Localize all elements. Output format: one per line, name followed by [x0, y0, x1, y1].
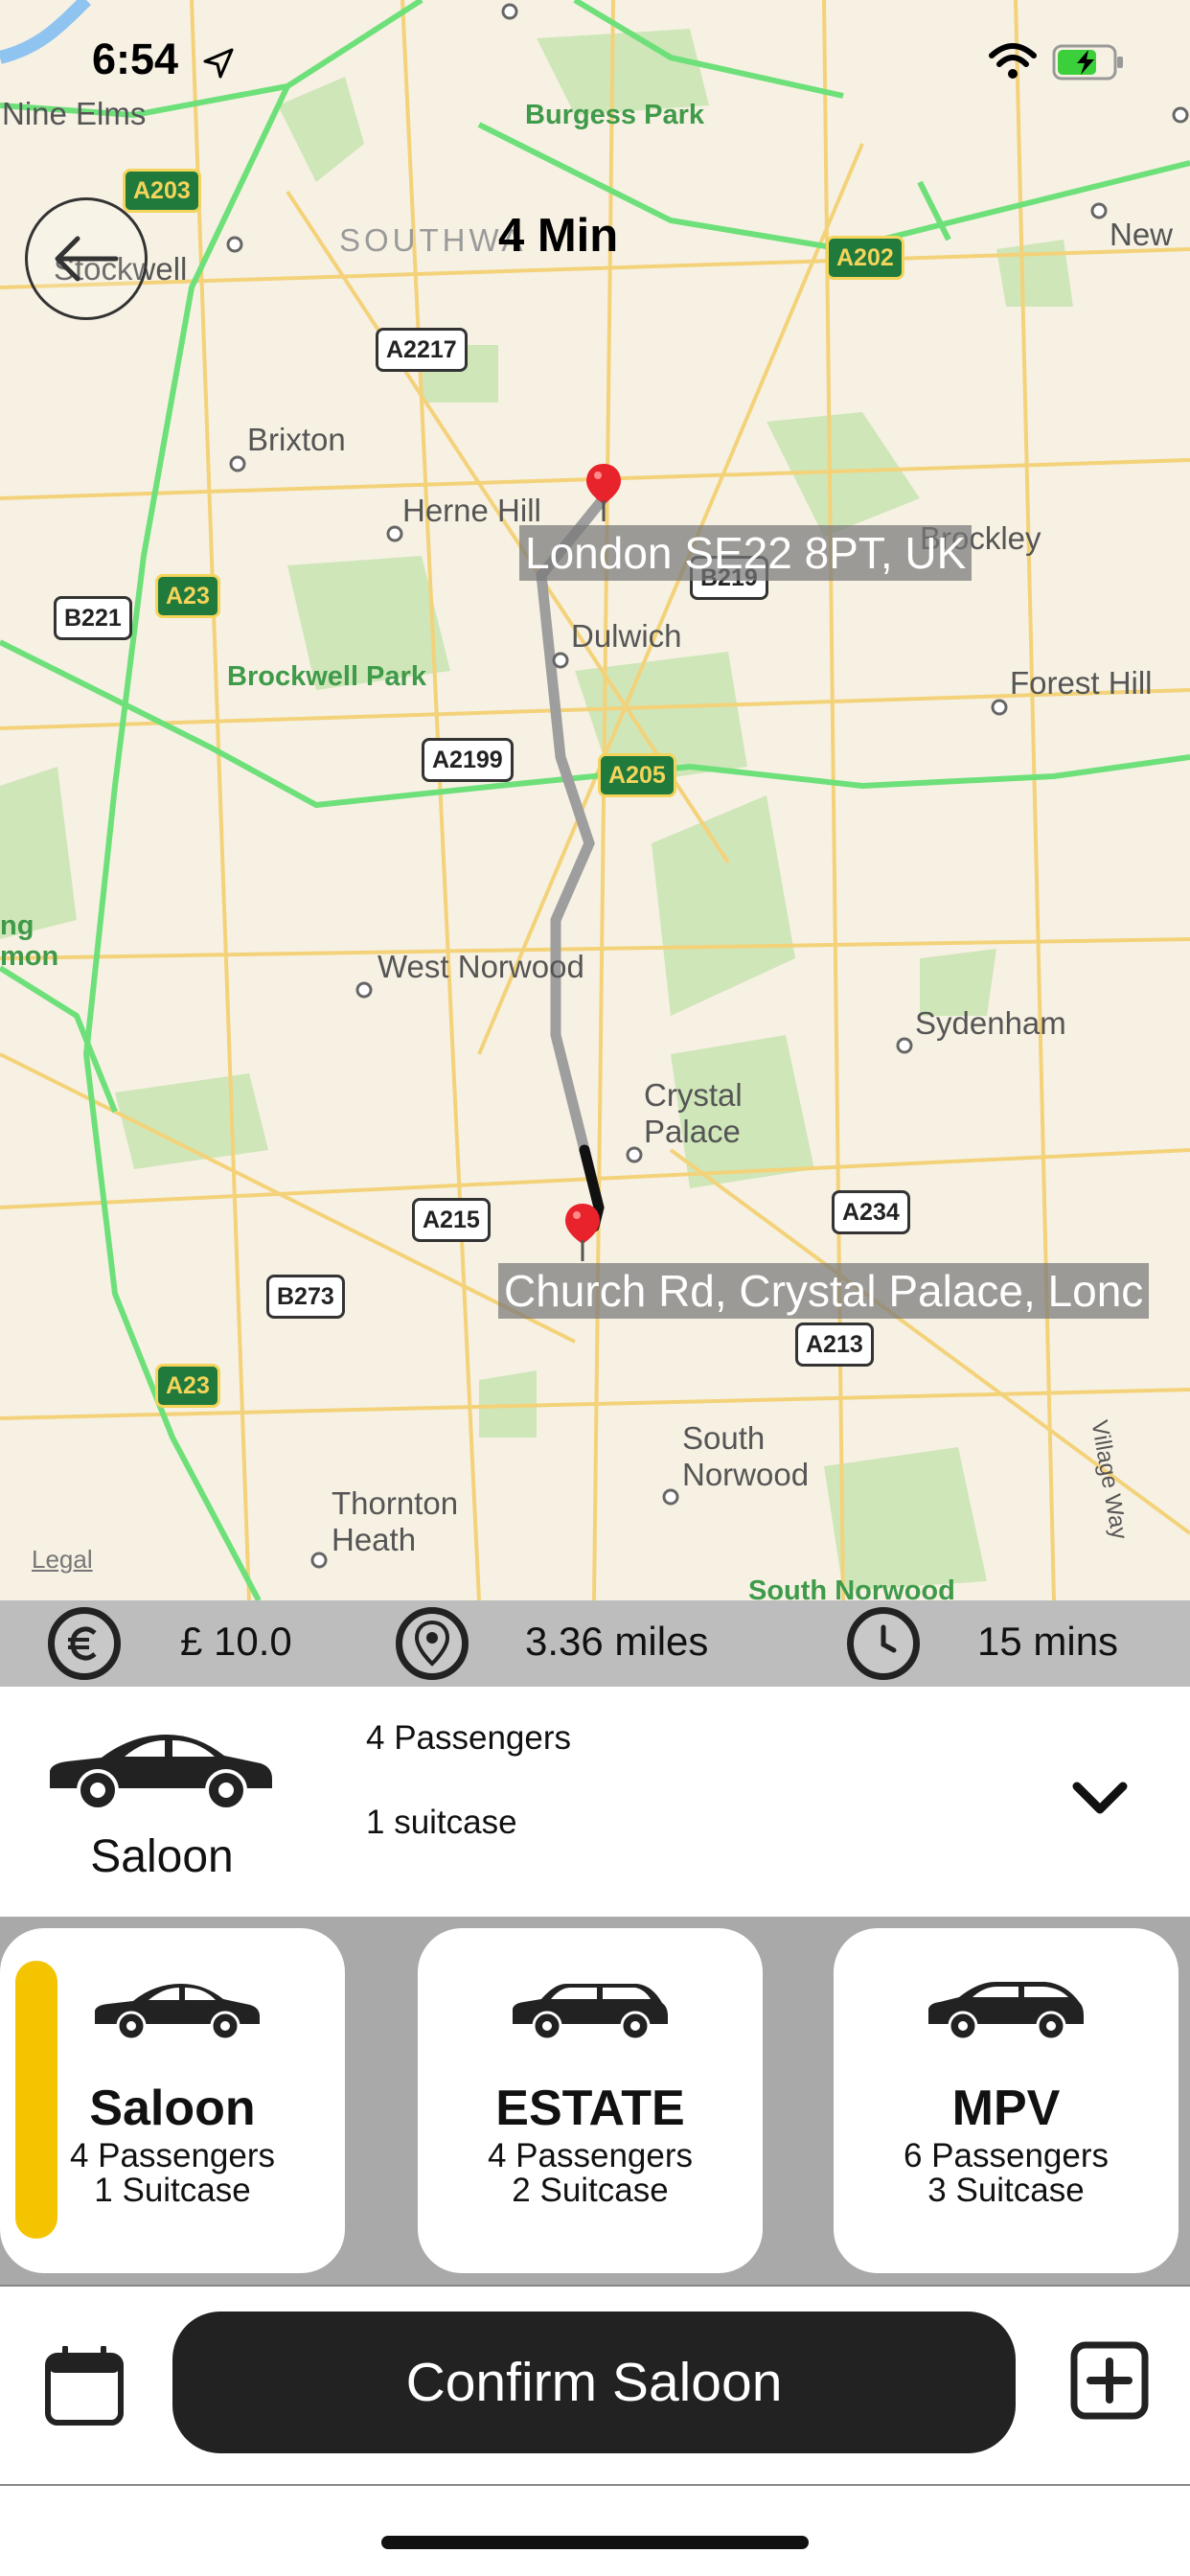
road-shield-a202: A202 [826, 236, 904, 280]
road-shield-a205: A205 [598, 753, 676, 797]
clock-icon [847, 1607, 920, 1680]
vehicle-option-passengers: 6 Passengers [903, 2137, 1110, 2174]
vehicle-option-title: ESTATE [495, 2081, 685, 2136]
road-shield-a215: A215 [412, 1198, 491, 1242]
status-time: 6:54 [92, 34, 179, 83]
selected-indicator [15, 1961, 57, 2239]
map-label-partial-2: mon [0, 941, 59, 972]
map-label-palace: Palace [644, 1114, 741, 1149]
location-arrow-icon [203, 48, 234, 79]
map-label-herne-hill: Herne Hill [402, 493, 541, 528]
battery-icon [1052, 44, 1123, 80]
euro-icon [48, 1607, 121, 1680]
road-shield-b221: B221 [54, 596, 132, 640]
map-label-partial-1: ng [0, 910, 34, 941]
map-label-nine-elms: Nine Elms [2, 96, 147, 131]
pickup-pin-icon[interactable] [584, 462, 623, 521]
car-icon [95, 1984, 260, 2039]
calendar-icon[interactable] [44, 2346, 125, 2426]
vehicle-option-passengers: 4 Passengers [487, 2137, 694, 2174]
pickup-address-label: London SE22 8PT, UK [519, 525, 973, 581]
map-label-sydenham: Sydenham [915, 1005, 1066, 1041]
map-label-forest-hill: Forest Hill [1010, 665, 1153, 701]
selected-vehicle-passengers: 4 Passengers [366, 1719, 572, 1757]
confirm-button[interactable]: Confirm Saloon [172, 2312, 1016, 2453]
map-label-norwood: Norwood [682, 1457, 810, 1492]
wifi-icon [989, 43, 1037, 79]
road-shield-a23: A23 [155, 574, 220, 618]
map-label-burgess-park: Burgess Park [525, 100, 704, 130]
map-label-heath: Heath [332, 1522, 417, 1557]
river [0, 0, 91, 64]
road-shield-a2217: A2217 [376, 328, 468, 372]
map-label-dulwich: Dulwich [571, 618, 682, 654]
eta-title: 4 Min [498, 210, 619, 262]
home-indicator[interactable] [381, 2536, 809, 2549]
selected-vehicle-panel[interactable]: Saloon 4 Passengers 1 suitcase [0, 1687, 1190, 1917]
road-shield-a2199: A2199 [422, 738, 514, 782]
map-label-crystal: Crystal [644, 1077, 743, 1113]
vehicle-option-luggage: 3 Suitcase [927, 2172, 1085, 2209]
map-label-south: South [682, 1420, 766, 1456]
dropoff-address-label: Church Rd, Crystal Palace, Lonc [498, 1263, 1150, 1319]
vehicle-option-luggage: 2 Suitcase [512, 2172, 669, 2209]
map-label-brockwell-park: Brockwell Park [227, 661, 426, 692]
plus-square-icon[interactable] [1069, 2340, 1150, 2421]
vehicle-option-title: MPV [951, 2081, 1061, 2136]
vehicle-option-estate[interactable]: ESTATE 4 Passengers 2 Suitcase [418, 1928, 763, 2273]
map-label-west-norwood: West Norwood [378, 949, 584, 984]
dropoff-pin-icon[interactable] [563, 1202, 602, 1261]
map-label-brixton: Brixton [247, 422, 346, 457]
trip-distance: 3.36 miles [525, 1619, 709, 1664]
road-shield-b273: B273 [266, 1275, 345, 1319]
legal-link[interactable]: Legal [32, 1545, 93, 1575]
car-icon [928, 1982, 1084, 2039]
back-arrow-icon [55, 236, 119, 282]
selected-vehicle-name: Saloon [90, 1831, 234, 1882]
map-label-south-norwood-park: South Norwood [748, 1576, 955, 1600]
trip-duration: 15 mins [977, 1619, 1119, 1664]
route-line [536, 493, 609, 1156]
selected-vehicle-luggage: 1 suitcase [366, 1804, 517, 1841]
road-shield-a23-south: A23 [155, 1364, 220, 1408]
back-button[interactable] [25, 197, 148, 320]
vehicle-option-mpv[interactable]: MPV 6 Passengers 3 Suitcase [834, 1928, 1179, 2273]
map-label-thornton: Thornton [332, 1485, 459, 1521]
road-shield-a213: A213 [795, 1322, 874, 1367]
car-icon [513, 1984, 668, 2039]
map-label-new: New [1110, 217, 1174, 252]
road-shield-a234: A234 [832, 1190, 910, 1234]
chevron-down-icon[interactable] [1071, 1779, 1129, 1817]
trip-price: £ 10.0 [180, 1619, 292, 1664]
car-icon [50, 1735, 272, 1811]
map-pin-icon [396, 1607, 469, 1680]
